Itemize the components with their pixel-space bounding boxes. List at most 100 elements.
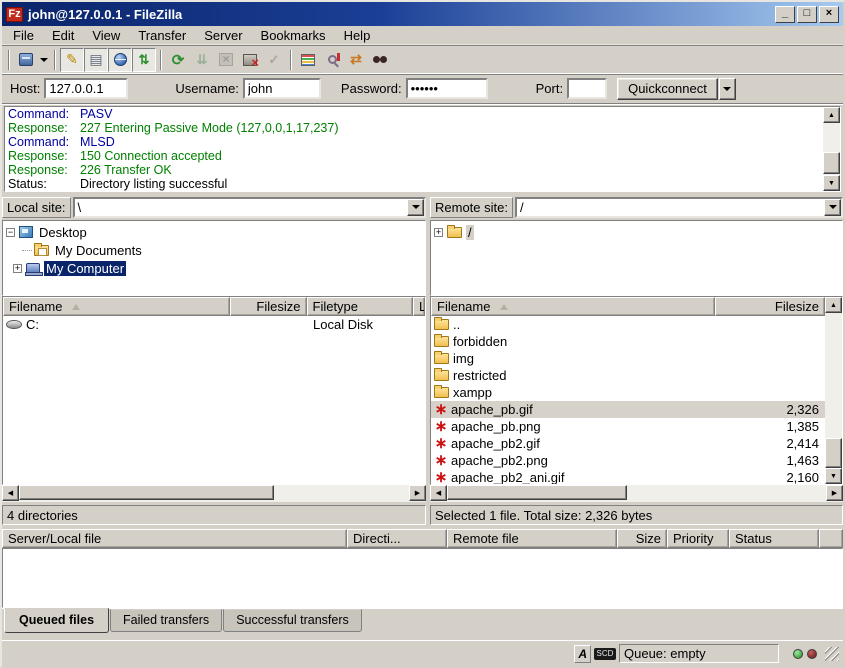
remote-file-row[interactable]: .. <box>431 316 825 333</box>
column-header-status[interactable]: Status <box>729 529 819 548</box>
disconnect-button[interactable] <box>238 48 262 72</box>
title-bar[interactable]: Fz john@127.0.0.1 - FileZilla _ □ × <box>2 2 843 26</box>
remote-file-row[interactable]: ∗apache_pb2.png 1,463 <box>431 452 825 469</box>
local-directory-tree[interactable]: − Desktop My Documents + My Computer <box>2 220 426 296</box>
toggle-queue-button[interactable]: ⇅ <box>132 48 156 72</box>
menu-bookmarks[interactable]: Bookmarks <box>252 27 335 44</box>
scroll-right-button[interactable]: ▶ <box>826 485 843 501</box>
tree-label-selected[interactable]: / <box>466 225 474 240</box>
column-header-priority[interactable]: Priority <box>667 529 729 548</box>
column-header-filename[interactable]: Filename <box>3 297 230 316</box>
menu-server[interactable]: Server <box>195 27 251 44</box>
expand-icon[interactable]: + <box>13 264 22 273</box>
remote-vertical-scrollbar[interactable]: ▲ ▼ <box>825 297 842 484</box>
remote-file-row[interactable]: ∗apache_pb2_ani.gif 2,160 <box>431 469 825 485</box>
column-header-size[interactable]: Size <box>617 529 667 548</box>
column-header-filesize[interactable]: Filesize <box>715 297 825 316</box>
remote-file-row[interactable]: img <box>431 350 825 367</box>
local-site-combobox[interactable]: \ <box>73 197 426 218</box>
tree-item-my-computer[interactable]: + My Computer <box>6 259 425 277</box>
remote-file-row[interactable]: ∗apache_pb2.gif 2,414 <box>431 435 825 452</box>
log-vertical-scrollbar[interactable]: ▲ ▼ <box>823 107 840 191</box>
remote-directory-tree[interactable]: + / <box>430 220 843 296</box>
menu-edit[interactable]: Edit <box>43 27 83 44</box>
scroll-right-button[interactable]: ▶ <box>409 485 426 501</box>
tab-queued-files[interactable]: Queued files <box>4 608 109 633</box>
scroll-track[interactable] <box>447 485 826 502</box>
quickconnect-dropdown-button[interactable] <box>719 78 736 100</box>
scroll-thumb[interactable] <box>19 485 274 500</box>
message-log[interactable]: Command:PASV Response:227 Entering Passi… <box>4 106 841 192</box>
speed-limit-indicator-icon[interactable]: SCD <box>594 648 616 660</box>
tree-item-root[interactable]: + / <box>434 223 842 241</box>
scroll-track[interactable] <box>823 123 840 175</box>
column-header-filesize[interactable]: Filesize <box>230 297 307 316</box>
quickconnect-button[interactable]: Quickconnect <box>617 78 718 100</box>
toggle-local-tree-button[interactable]: ▤ <box>84 48 108 72</box>
tree-item-desktop[interactable]: − Desktop <box>6 223 425 241</box>
local-site-dropdown-button[interactable] <box>407 199 424 216</box>
process-queue-button[interactable]: ⇊ <box>190 48 214 72</box>
menu-help[interactable]: Help <box>335 27 380 44</box>
scroll-up-button[interactable]: ▲ <box>825 297 842 313</box>
remote-file-list[interactable]: Filename Filesize .. forbidden img <box>430 296 843 485</box>
toggle-remote-tree-button[interactable] <box>108 48 132 72</box>
scroll-up-button[interactable]: ▲ <box>823 107 840 123</box>
host-input[interactable] <box>44 78 128 99</box>
column-header-last-modified[interactable]: L <box>413 297 425 316</box>
tab-successful-transfers[interactable]: Successful transfers <box>223 609 362 632</box>
directory-filters-button[interactable] <box>296 48 320 72</box>
collapse-icon[interactable]: − <box>6 228 15 237</box>
port-input[interactable] <box>567 78 607 99</box>
local-file-row-c-drive[interactable]: C: Local Disk <box>3 316 425 333</box>
queue-list[interactable] <box>2 548 843 608</box>
tab-failed-transfers[interactable]: Failed transfers <box>110 609 222 632</box>
synchronized-browsing-button[interactable]: ⇄ <box>344 48 368 72</box>
site-manager-dropdown-button[interactable] <box>38 48 50 72</box>
column-header-filename[interactable]: Filename <box>431 297 715 316</box>
close-button[interactable]: × <box>819 6 839 23</box>
username-input[interactable] <box>243 78 321 99</box>
column-header-remote-file[interactable]: Remote file <box>447 529 617 548</box>
remote-file-row-selected[interactable]: ∗apache_pb.gif 2,326 <box>431 401 825 418</box>
password-input[interactable] <box>406 78 488 99</box>
local-horizontal-scrollbar[interactable]: ◀ ▶ <box>2 485 426 502</box>
column-header-direction[interactable]: Directi... <box>347 529 447 548</box>
scroll-left-button[interactable]: ◀ <box>430 485 447 501</box>
directory-comparison-button[interactable] <box>320 48 344 72</box>
site-manager-button[interactable] <box>14 48 38 72</box>
menu-view[interactable]: View <box>83 27 129 44</box>
column-header-server-local-file[interactable]: Server/Local file <box>2 529 347 548</box>
remote-site-dropdown-button[interactable] <box>824 199 841 216</box>
remote-site-combobox[interactable]: / <box>515 197 843 218</box>
tree-label[interactable]: My Documents <box>53 243 144 258</box>
remote-file-row[interactable]: forbidden <box>431 333 825 350</box>
tree-label[interactable]: Desktop <box>37 225 89 240</box>
remote-file-row[interactable]: ∗apache_pb.png 1,385 <box>431 418 825 435</box>
scroll-thumb[interactable] <box>447 485 627 500</box>
toggle-message-log-button[interactable]: ✎ <box>60 48 84 72</box>
resize-grip[interactable] <box>825 647 839 661</box>
expand-icon[interactable]: + <box>434 228 443 237</box>
local-file-list[interactable]: Filename Filesize Filetype L C: Local Di… <box>2 296 426 485</box>
data-type-indicator[interactable]: A <box>574 645 591 663</box>
remote-file-row[interactable]: restricted <box>431 367 825 384</box>
minimize-button[interactable]: _ <box>775 6 795 23</box>
find-files-button[interactable] <box>368 48 392 72</box>
column-header-filetype[interactable]: Filetype <box>307 297 414 316</box>
remote-horizontal-scrollbar[interactable]: ◀ ▶ <box>430 485 843 502</box>
scroll-thumb[interactable] <box>823 152 840 174</box>
cancel-operation-button[interactable]: × <box>214 48 238 72</box>
menu-transfer[interactable]: Transfer <box>129 27 195 44</box>
scroll-track[interactable] <box>19 485 409 502</box>
scroll-down-button[interactable]: ▼ <box>823 175 840 191</box>
refresh-button[interactable]: ⟳ <box>166 48 190 72</box>
maximize-button[interactable]: □ <box>797 6 817 23</box>
scroll-down-button[interactable]: ▼ <box>825 468 842 484</box>
tree-label-selected[interactable]: My Computer <box>44 261 126 276</box>
tree-item-my-documents[interactable]: My Documents <box>6 241 425 259</box>
menu-file[interactable]: File <box>4 27 43 44</box>
scroll-thumb[interactable] <box>825 438 842 468</box>
scroll-track[interactable] <box>825 313 842 468</box>
remote-file-row[interactable]: xampp <box>431 384 825 401</box>
